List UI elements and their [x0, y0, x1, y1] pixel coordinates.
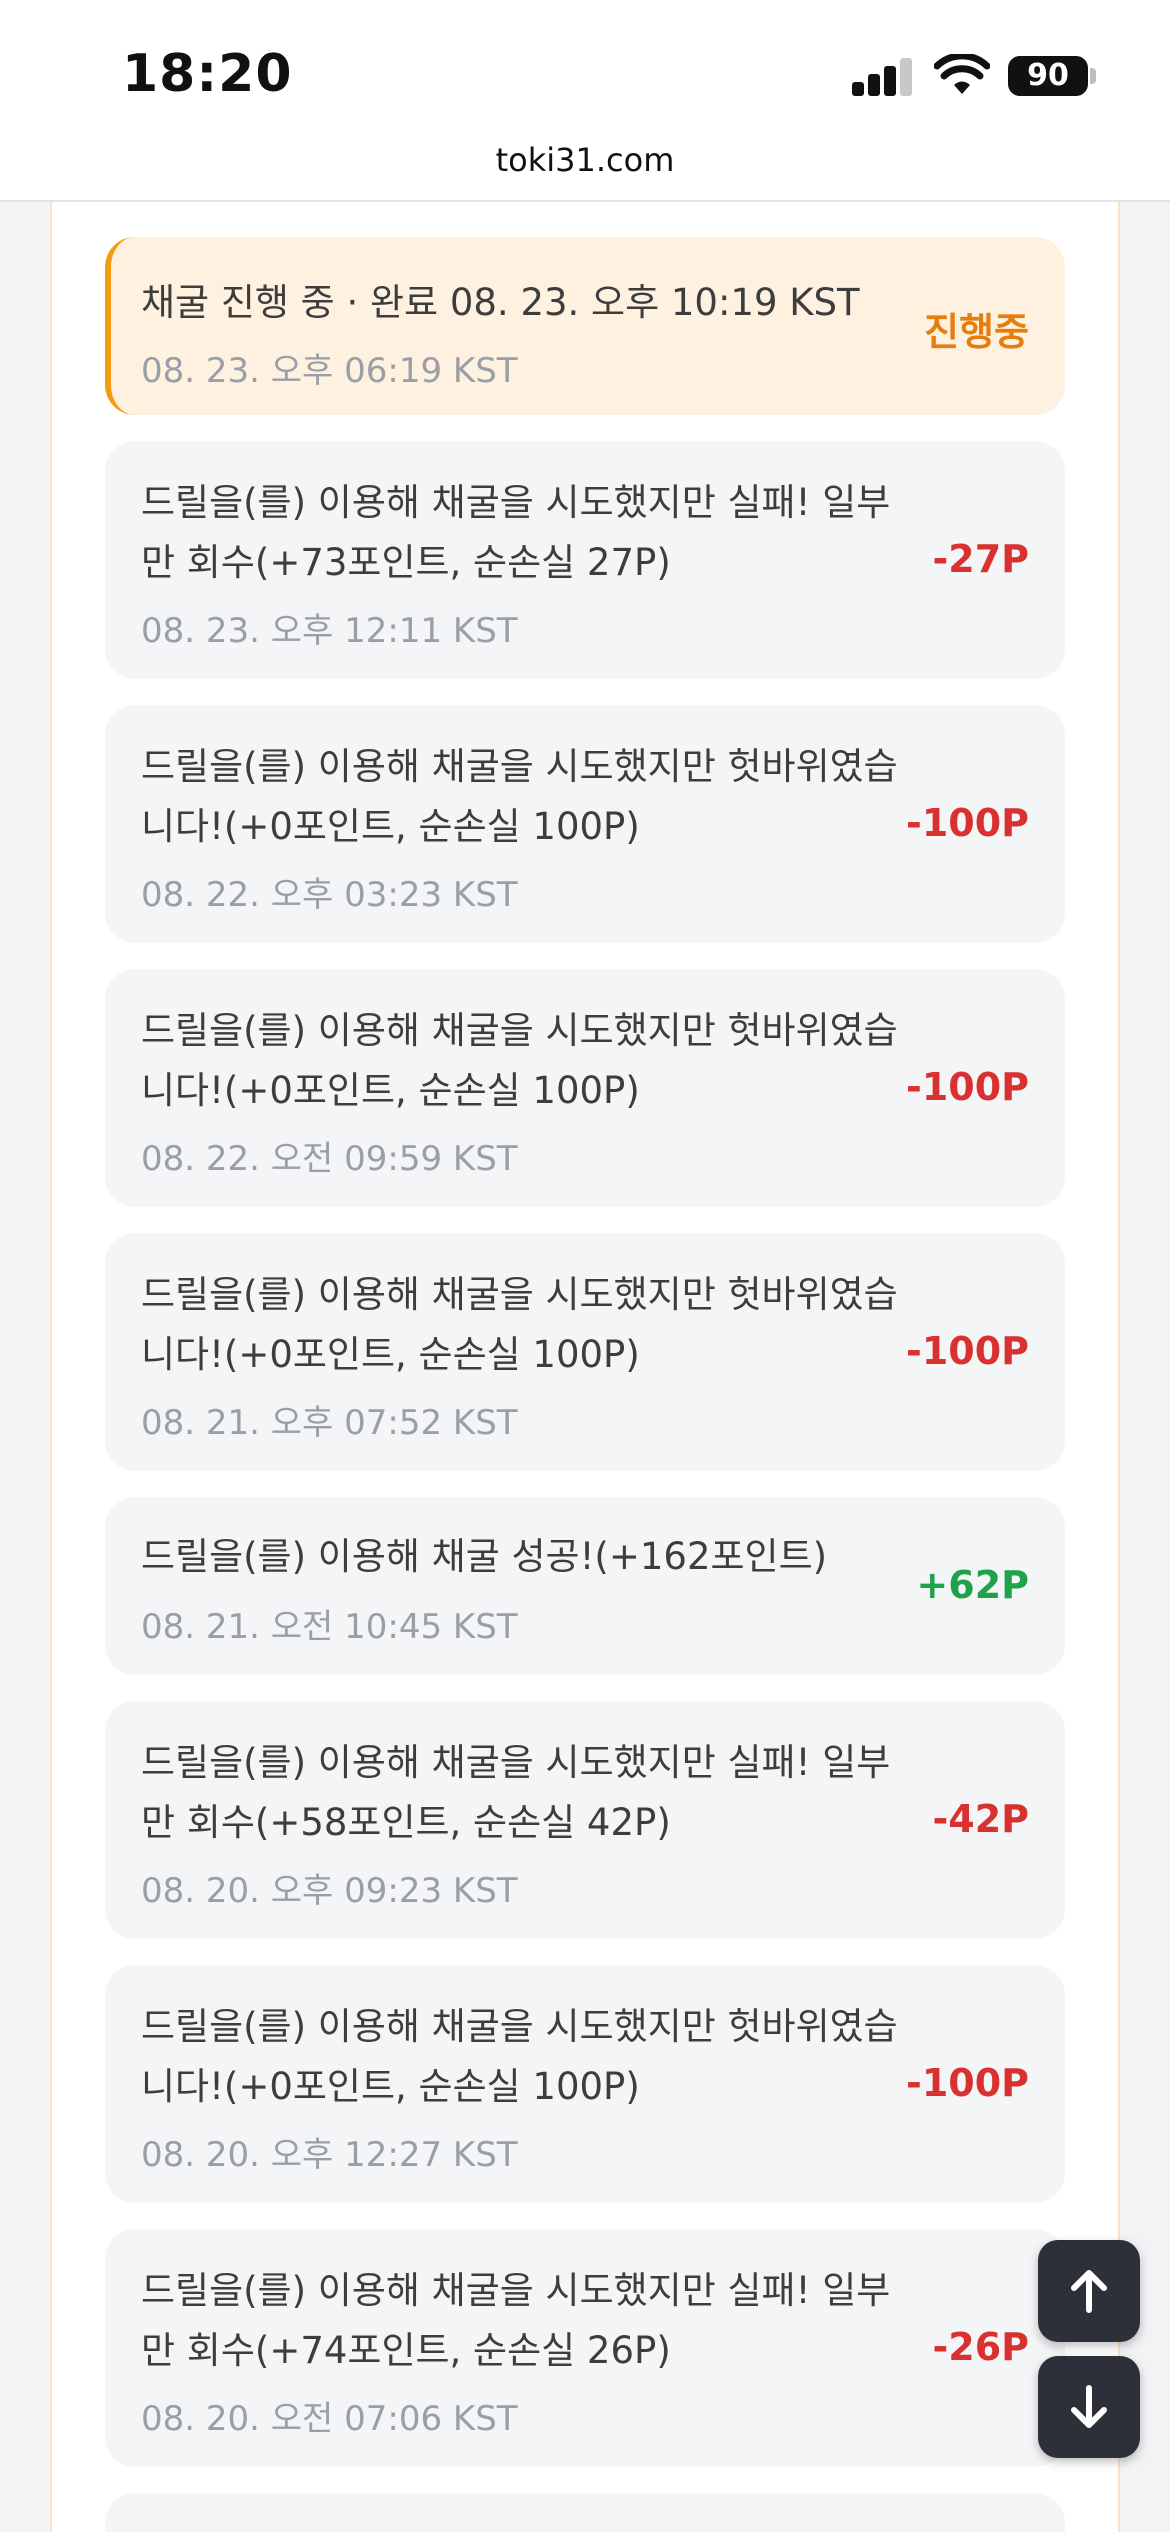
arrow-down-icon [1071, 2385, 1107, 2428]
history-item: 드릴을(를) 이용해 채굴을 시도했지만 헛바위였습니다!(+0포인트, 순손실… [105, 1233, 1065, 1471]
history-item: 드릴을(를) 이용해 채굴 성공!(+162포인트) 08. 21. 오전 10… [105, 1497, 1065, 1675]
history-item-amount: -26P [932, 2325, 1029, 2369]
history-item: 드릴을(를) 이용해 채굴을 시도했지만 실패! 일부만 회수(+74포인트, … [105, 2229, 1065, 2467]
wifi-icon [934, 54, 990, 94]
history-item-title: 드릴을(를) 이용해 채굴을 시도했지만 실패! 일부만 회수(+73포인트, … [141, 481, 891, 584]
history-item-title: 드릴을(를) 이용해 채굴을 시도했지만 헛바위였습니다!(+0포인트, 순손실… [141, 1009, 898, 1112]
status-time: 18:20 [122, 44, 293, 104]
history-item-status: 진행중 [924, 310, 1029, 354]
history-item-date: 08. 20. 오후 12:27 KST [141, 2135, 518, 2175]
history-item: 드릴을(를) 이용해 채굴을 시도했지만 헛바위였습니다!(+0포인트, 순손실… [105, 705, 1065, 943]
url-bar[interactable]: toki31.com [0, 140, 1170, 202]
history-item: 드릴을(를) 이용해 채굴을 시도했지만 실패! 일부만 회수(+58포인트, … [105, 1701, 1065, 1939]
history-item: 드릴을(를) 이용해 채굴을 시도했지만 헛바위였습니다!(+0포인트, 순손실… [105, 1965, 1065, 2203]
status-bar: 18:20 90 [0, 0, 1170, 140]
history-item-title: 드릴을(를) 이용해 채굴을 시도했지만 실패! 일부만 회수(+58포인트, … [141, 1741, 891, 1844]
history-item-title: 드릴을(를) 이용해 채굴 성공!(+162포인트) [141, 1535, 828, 1578]
arrow-up-icon [1071, 2270, 1107, 2313]
scroll-bottom-button[interactable] [1038, 2356, 1140, 2458]
history-item [105, 2493, 1065, 2532]
history-item-title: 드릴을(를) 이용해 채굴을 시도했지만 헛바위였습니다!(+0포인트, 순손실… [141, 745, 898, 848]
battery-cap [1090, 68, 1096, 84]
history-item-date: 08. 21. 오후 07:52 KST [141, 1403, 518, 1443]
history-item-date: 08. 22. 오전 09:59 KST [141, 1139, 518, 1179]
history-item-amount: -100P [906, 2061, 1029, 2105]
history-item-title: 드릴을(를) 이용해 채굴을 시도했지만 헛바위였습니다!(+0포인트, 순손실… [141, 2005, 898, 2108]
battery-icon: 90 [1008, 56, 1088, 96]
history-item-amount: -100P [906, 1065, 1029, 1109]
history-item-amount: -100P [906, 801, 1029, 845]
history-item-title: 채굴 진행 중 · 완료 08. 23. 오후 10:19 KST [141, 281, 860, 324]
cellular-signal-icon [852, 58, 914, 96]
history-item-title: 드릴을(를) 이용해 채굴을 시도했지만 실패! 일부만 회수(+74포인트, … [141, 2269, 891, 2372]
history-item: 드릴을(를) 이용해 채굴을 시도했지만 헛바위였습니다!(+0포인트, 순손실… [105, 969, 1065, 1207]
history-item-amount: +62P [916, 1563, 1029, 1607]
history-item-date: 08. 22. 오후 03:23 KST [141, 875, 518, 915]
history-item-date: 08. 20. 오전 07:06 KST [141, 2399, 518, 2439]
scroll-top-button[interactable] [1038, 2240, 1140, 2342]
history-item-date: 08. 23. 오후 12:11 KST [141, 611, 518, 651]
history-item-amount: -27P [932, 537, 1029, 581]
history-item: 드릴을(를) 이용해 채굴을 시도했지만 실패! 일부만 회수(+73포인트, … [105, 441, 1065, 679]
history-item-in-progress: 채굴 진행 중 · 완료 08. 23. 오후 10:19 KST 08. 23… [105, 237, 1065, 415]
history-item-amount: -100P [906, 1329, 1029, 1373]
history-item-amount: -42P [932, 1797, 1029, 1841]
history-item-title: 드릴을(를) 이용해 채굴을 시도했지만 헛바위였습니다!(+0포인트, 순손실… [141, 1273, 898, 1376]
history-item-date: 08. 20. 오후 09:23 KST [141, 1871, 518, 1911]
history-item-date: 08. 21. 오전 10:45 KST [141, 1607, 518, 1647]
history-item-date: 08. 23. 오후 06:19 KST [141, 351, 518, 391]
